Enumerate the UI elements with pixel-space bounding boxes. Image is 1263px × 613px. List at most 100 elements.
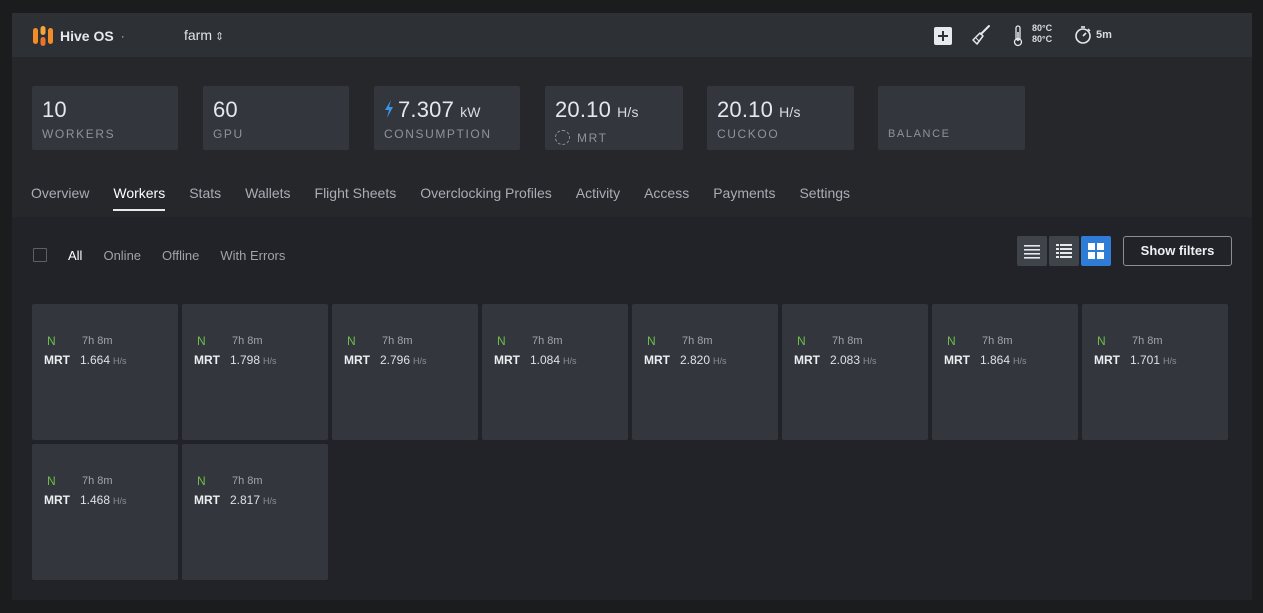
tab-stats[interactable]: Stats	[189, 185, 221, 211]
hashrate-unit: H/s	[1013, 356, 1027, 366]
app-logo[interactable]: Hive OS ·	[32, 25, 125, 47]
stat-label-row: MRT	[555, 130, 608, 145]
grid-icon	[1088, 243, 1104, 259]
worker-uptime: 7h 8m	[82, 335, 113, 347]
stat-label: MRT	[577, 131, 608, 145]
tab-bar: Overview Workers Stats Wallets Flight Sh…	[31, 185, 874, 211]
worker-status: N	[947, 334, 956, 348]
hashrate-value: 2.083	[830, 353, 861, 367]
hashrate-unit: H/s	[113, 356, 127, 366]
app-separator: ·	[120, 29, 125, 43]
list-view-button[interactable]	[1017, 236, 1047, 266]
worker-hashrate: 1.084 H/s	[530, 353, 577, 367]
hive-logo-icon	[33, 26, 53, 46]
tab-payments[interactable]: Payments	[713, 185, 775, 211]
tab-overclocking-profiles[interactable]: Overclocking Profiles	[420, 185, 552, 211]
tab-access[interactable]: Access	[644, 185, 689, 211]
filter-offline[interactable]: Offline	[162, 248, 199, 263]
worker-uptime: 7h 8m	[532, 335, 563, 347]
worker-algo: MRT	[194, 493, 220, 507]
temperature-readout: 80°C 80°C	[1032, 23, 1052, 45]
worker-hashrate: 2.820 H/s	[680, 353, 727, 367]
worker-hashrate: 1.468 H/s	[80, 493, 127, 507]
stat-mrt: 20.10 H/s MRT	[545, 86, 683, 150]
broom-icon[interactable]	[971, 24, 991, 51]
worker-algo: MRT	[644, 353, 670, 367]
thermometer-icon	[1012, 25, 1024, 52]
worker-card[interactable]: N 7h 8m MRT 2.083 H/s	[782, 304, 928, 440]
stat-value: 20.10	[555, 97, 612, 122]
chevron-updown-icon: ⇕	[215, 31, 225, 43]
detailed-list-icon	[1056, 244, 1072, 258]
stat-label: CONSUMPTION	[384, 127, 492, 141]
worker-uptime: 7h 8m	[832, 335, 863, 347]
stat-label: GPU	[213, 127, 244, 141]
worker-card[interactable]: N 7h 8m MRT 2.820 H/s	[632, 304, 778, 440]
worker-hashrate: 1.664 H/s	[80, 353, 127, 367]
timer-value: 5m	[1096, 29, 1112, 41]
worker-card[interactable]: N 7h 8m MRT 1.701 H/s	[1082, 304, 1228, 440]
hashrate-value: 1.701	[1130, 353, 1161, 367]
stat-gpu: 60 GPU	[203, 86, 349, 150]
hashrate-value: 1.468	[80, 493, 111, 507]
stat-value-row: 20.10 H/s	[717, 97, 801, 123]
filter-all[interactable]: All	[68, 248, 82, 263]
hashrate-unit: H/s	[563, 356, 577, 366]
worker-uptime: 7h 8m	[232, 475, 263, 487]
worker-uptime: 7h 8m	[382, 335, 413, 347]
lightning-icon	[385, 100, 393, 118]
worker-status: N	[1097, 334, 1106, 348]
worker-status: N	[47, 334, 56, 348]
hashrate-unit: H/s	[1163, 356, 1177, 366]
worker-algo: MRT	[44, 353, 70, 367]
filter-online[interactable]: Online	[103, 248, 141, 263]
tab-settings[interactable]: Settings	[799, 185, 850, 211]
stat-value-row: 7.307 kW	[384, 97, 481, 123]
stat-value: 60	[213, 97, 238, 122]
worker-card[interactable]: N 7h 8m MRT 1.468 H/s	[32, 444, 178, 580]
farm-selector[interactable]: farm ⇕	[184, 27, 224, 43]
hashrate-unit: H/s	[863, 356, 877, 366]
stat-consumption: 7.307 kW CONSUMPTION	[374, 86, 520, 150]
stat-unit: H/s	[617, 104, 639, 120]
loading-spinner-icon	[555, 130, 570, 145]
worker-hashrate: 2.083 H/s	[830, 353, 877, 367]
worker-status: N	[797, 334, 806, 348]
worker-status: N	[47, 474, 56, 488]
worker-card[interactable]: N 7h 8m MRT 1.664 H/s	[32, 304, 178, 440]
worker-card[interactable]: N 7h 8m MRT 1.798 H/s	[182, 304, 328, 440]
stat-cuckoo: 20.10 H/s CUCKOO	[707, 86, 854, 150]
worker-card[interactable]: N 7h 8m MRT 2.817 H/s	[182, 444, 328, 580]
hashrate-value: 2.796	[380, 353, 411, 367]
worker-algo: MRT	[44, 493, 70, 507]
hashrate-unit: H/s	[713, 356, 727, 366]
stat-value: 20.10	[717, 97, 774, 122]
show-filters-button[interactable]: Show filters	[1123, 236, 1232, 266]
tab-workers[interactable]: Workers	[113, 185, 165, 211]
filter-with-errors[interactable]: With Errors	[220, 248, 285, 263]
add-icon[interactable]	[934, 27, 952, 45]
tab-wallets[interactable]: Wallets	[245, 185, 290, 211]
grid-view-button[interactable]	[1081, 236, 1111, 266]
worker-uptime: 7h 8m	[232, 335, 263, 347]
worker-card[interactable]: N 7h 8m MRT 1.084 H/s	[482, 304, 628, 440]
stat-label: CUCKOO	[717, 127, 780, 141]
stat-unit: H/s	[779, 104, 801, 120]
stat-balance: BALANCE	[878, 86, 1025, 150]
hashrate-value: 1.084	[530, 353, 561, 367]
worker-algo: MRT	[794, 353, 820, 367]
worker-uptime: 7h 8m	[682, 335, 713, 347]
hashrate-value: 1.664	[80, 353, 111, 367]
tab-activity[interactable]: Activity	[576, 185, 620, 211]
worker-card[interactable]: N 7h 8m MRT 1.864 H/s	[932, 304, 1078, 440]
worker-card[interactable]: N 7h 8m MRT 2.796 H/s	[332, 304, 478, 440]
farm-name: farm	[184, 27, 212, 43]
tab-flight-sheets[interactable]: Flight Sheets	[315, 185, 397, 211]
select-all-checkbox[interactable]	[33, 248, 47, 262]
worker-status: N	[197, 474, 206, 488]
temp-low: 80°C	[1032, 34, 1053, 44]
tab-overview[interactable]: Overview	[31, 185, 89, 211]
stat-value: 10	[42, 97, 67, 122]
detailed-list-view-button[interactable]	[1049, 236, 1079, 266]
worker-uptime: 7h 8m	[1132, 335, 1163, 347]
